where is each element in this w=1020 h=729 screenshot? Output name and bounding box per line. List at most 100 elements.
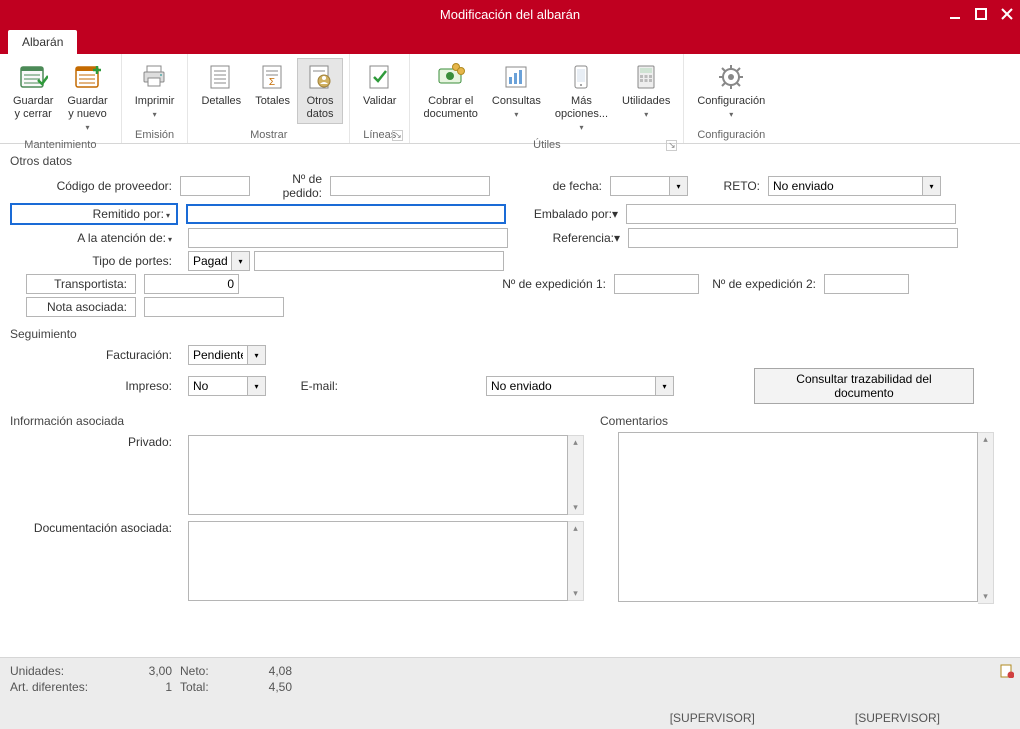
label-facturacion: Facturación:	[10, 348, 180, 362]
otros-datos-button[interactable]: Otros datos	[297, 58, 343, 124]
save-new-button[interactable]: Guardar y nuevo ▾	[60, 58, 114, 137]
consultas-icon	[500, 61, 532, 93]
mobile-icon	[565, 61, 597, 93]
tab-albaran[interactable]: Albarán	[8, 30, 77, 54]
save-new-icon	[72, 61, 104, 93]
status-value-unidades: 3,00	[120, 664, 180, 678]
status-warning-icon[interactable]	[1000, 664, 1014, 678]
label-reto: RETO:	[688, 179, 768, 193]
otros-datos-label: Otros datos	[307, 95, 334, 121]
tipo-portes-dropdown[interactable]: ▾	[232, 251, 250, 271]
input-embalado-por[interactable]	[626, 204, 956, 224]
money-icon	[435, 61, 467, 93]
status-label-total: Total:	[180, 680, 230, 694]
save-close-button[interactable]: Guardar y cerrar	[6, 58, 60, 137]
close-icon[interactable]	[1000, 7, 1014, 21]
form-area: Otros datos Código de proveedor: Nº de p…	[0, 144, 1020, 610]
input-tipo-portes-extra[interactable]	[254, 251, 504, 271]
reto-dropdown[interactable]: ▾	[923, 176, 941, 196]
statusbar: Unidades: 3,00 Neto: 4,08 Art. diferente…	[0, 657, 1020, 729]
textarea-privado[interactable]	[188, 435, 568, 515]
de-fecha-dropdown[interactable]: ▾	[670, 176, 688, 196]
window-title: Modificación del albarán	[440, 7, 580, 22]
label-transportista[interactable]: Transportista:	[26, 274, 136, 294]
textarea-comentarios[interactable]	[618, 432, 978, 602]
input-facturacion[interactable]	[188, 345, 248, 365]
label-remitido-por[interactable]: Remitido por:▾	[10, 203, 178, 225]
input-de-fecha[interactable]	[610, 176, 670, 196]
input-cod-prov[interactable]	[180, 176, 250, 196]
trazabilidad-button[interactable]: Consultar trazabilidad del documento	[754, 368, 974, 404]
input-remitido-por[interactable]	[186, 204, 506, 224]
label-n-exp2: Nº de expedición 2:	[699, 277, 824, 291]
input-nota[interactable]	[144, 297, 284, 317]
label-de-fecha: de fecha:	[520, 179, 610, 193]
label-referencia[interactable]: Referencia:▾	[518, 231, 628, 245]
imprimir-button[interactable]: Imprimir ▾	[128, 58, 182, 124]
utiles-dialog-launcher[interactable]: ↘	[666, 140, 677, 151]
label-cod-prov: Código de proveedor:	[10, 179, 180, 193]
impreso-dropdown[interactable]: ▾	[248, 376, 266, 396]
status-user-2: [SUPERVISOR]	[855, 711, 940, 725]
consultas-button[interactable]: Consultas ▾	[485, 58, 548, 137]
otros-datos-icon	[304, 61, 336, 93]
input-impreso[interactable]	[188, 376, 248, 396]
input-n-pedido[interactable]	[330, 176, 490, 196]
facturacion-dropdown[interactable]: ▾	[248, 345, 266, 365]
mas-opciones-label: Más opciones...	[555, 95, 608, 121]
utilidades-button[interactable]: Utilidades ▾	[615, 58, 677, 137]
label-tipo-portes: Tipo de portes:	[10, 254, 180, 268]
input-atencion[interactable]	[188, 228, 508, 248]
ribbon-group-label-lineas: Líneas	[363, 129, 396, 141]
label-nota[interactable]: Nota asociada:	[26, 297, 136, 317]
cobrar-label: Cobrar el documento	[423, 95, 477, 121]
totales-label: Totales	[255, 95, 290, 108]
minimize-icon[interactable]	[948, 7, 962, 21]
input-transportista[interactable]	[144, 274, 239, 294]
titlebar: Modificación del albarán	[0, 0, 1020, 28]
label-privado: Privado:	[10, 435, 180, 449]
textarea-doc-asociada[interactable]	[188, 521, 568, 601]
lineas-dialog-launcher[interactable]: ↘	[392, 130, 403, 141]
status-label-unidades: Unidades:	[10, 664, 120, 678]
input-email[interactable]	[486, 376, 656, 396]
comentarios-scrollbar[interactable]: ▴▾	[978, 432, 994, 604]
section-otros-datos: Otros datos	[10, 154, 1010, 168]
ribbon-group-mostrar: Detalles Σ Totales Otros datos Mostrar	[188, 54, 350, 143]
status-user-1: [SUPERVISOR]	[670, 711, 755, 725]
label-n-exp1: Nº de expedición 1:	[239, 277, 614, 291]
save-close-icon	[17, 61, 49, 93]
label-embalado-por[interactable]: Embalado por:▾	[516, 207, 626, 221]
status-value-art-dif: 1	[120, 680, 180, 694]
label-atencion[interactable]: A la atención de:▾	[10, 231, 180, 245]
detalles-button[interactable]: Detalles	[194, 58, 248, 124]
ribbon-group-lineas: Validar Líneas ↘	[350, 54, 410, 143]
utilidades-label: Utilidades	[622, 95, 670, 108]
maximize-icon[interactable]	[974, 7, 988, 21]
totales-button[interactable]: Σ Totales	[248, 58, 297, 124]
label-email: E-mail:	[286, 379, 346, 393]
status-value-total: 4,50	[230, 680, 300, 694]
privado-scrollbar[interactable]: ▴▾	[568, 435, 584, 515]
input-tipo-portes[interactable]	[188, 251, 232, 271]
input-n-exp2[interactable]	[824, 274, 909, 294]
status-label-art-dif: Art. diferentes:	[10, 680, 120, 694]
ribbon-group-label-mantenimiento: Mantenimiento	[6, 137, 115, 151]
mas-opciones-button[interactable]: Más opciones... ▾	[548, 58, 615, 137]
doc-asociada-scrollbar[interactable]: ▴▾	[568, 521, 584, 601]
status-label-neto: Neto:	[180, 664, 230, 678]
configuracion-button[interactable]: Configuración ▾	[690, 58, 772, 124]
totales-icon: Σ	[257, 61, 289, 93]
ribbon-group-config: Configuración ▾ Configuración	[684, 54, 778, 143]
validar-button[interactable]: Validar	[356, 58, 403, 111]
input-referencia[interactable]	[628, 228, 958, 248]
label-doc-asociada: Documentación asociada:	[10, 521, 180, 535]
save-new-label: Guardar y nuevo	[67, 95, 107, 121]
input-reto[interactable]	[768, 176, 923, 196]
detalles-icon	[205, 61, 237, 93]
email-dropdown[interactable]: ▾	[656, 376, 674, 396]
ribbon-group-label-utiles: Útiles	[533, 139, 561, 151]
consultas-label: Consultas	[492, 95, 541, 108]
cobrar-button[interactable]: Cobrar el documento	[416, 58, 484, 137]
input-n-exp1[interactable]	[614, 274, 699, 294]
